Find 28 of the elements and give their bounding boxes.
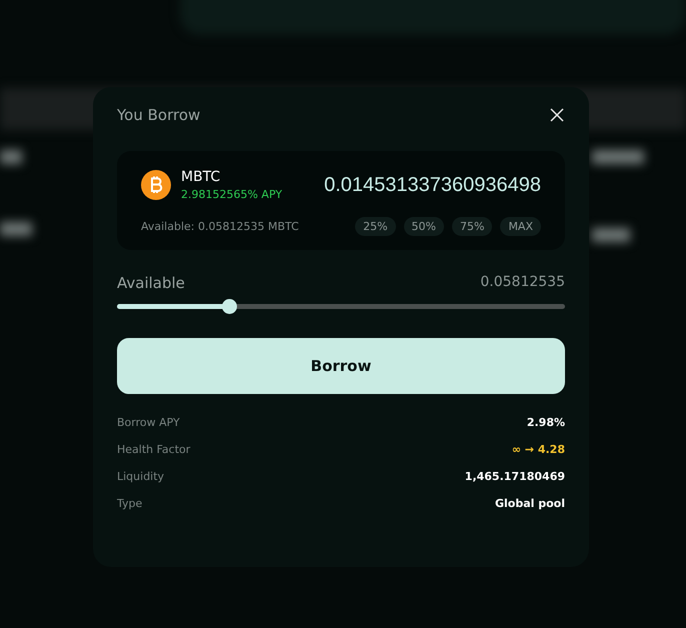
detail-value: 2.98%: [526, 416, 565, 429]
detail-label: Liquidity: [117, 470, 164, 483]
preset-button[interactable]: 50%: [404, 217, 444, 236]
preset-button[interactable]: 75%: [452, 217, 492, 236]
slider-value: 0.05812535: [480, 274, 565, 292]
detail-value: ∞ → 4.28: [512, 443, 565, 456]
asset-apy: 2.98152565% APY: [181, 188, 282, 201]
detail-label: Type: [117, 497, 142, 510]
borrow-button[interactable]: Borrow: [117, 338, 565, 394]
blurred-text-drawing: [592, 228, 630, 242]
blurred-text-drawing: [0, 222, 32, 236]
detail-value: Global pool: [494, 497, 565, 510]
amount-value: 0.014531337360936498: [324, 174, 541, 196]
close-button[interactable]: [549, 107, 565, 123]
preset-button[interactable]: MAX: [500, 217, 541, 236]
detail-label: Borrow APY: [117, 416, 180, 429]
detail-label: Health Factor: [117, 443, 190, 456]
asset-symbol: MBTC: [181, 169, 222, 185]
dialog-title: You Borrow: [117, 106, 200, 124]
slider-label: Available: [117, 274, 185, 292]
blurred-text-drawing: [0, 150, 22, 164]
close-icon: [549, 107, 565, 123]
bitcoin-icon: [141, 170, 171, 200]
preset-button[interactable]: 25%: [355, 217, 396, 236]
slider-handle[interactable]: [222, 299, 237, 314]
available-balance: Available: 0.05812535 MBTC: [141, 220, 299, 233]
detail-value: 1,465.17180469: [464, 470, 565, 483]
blurred-text-drawing: [592, 150, 644, 164]
